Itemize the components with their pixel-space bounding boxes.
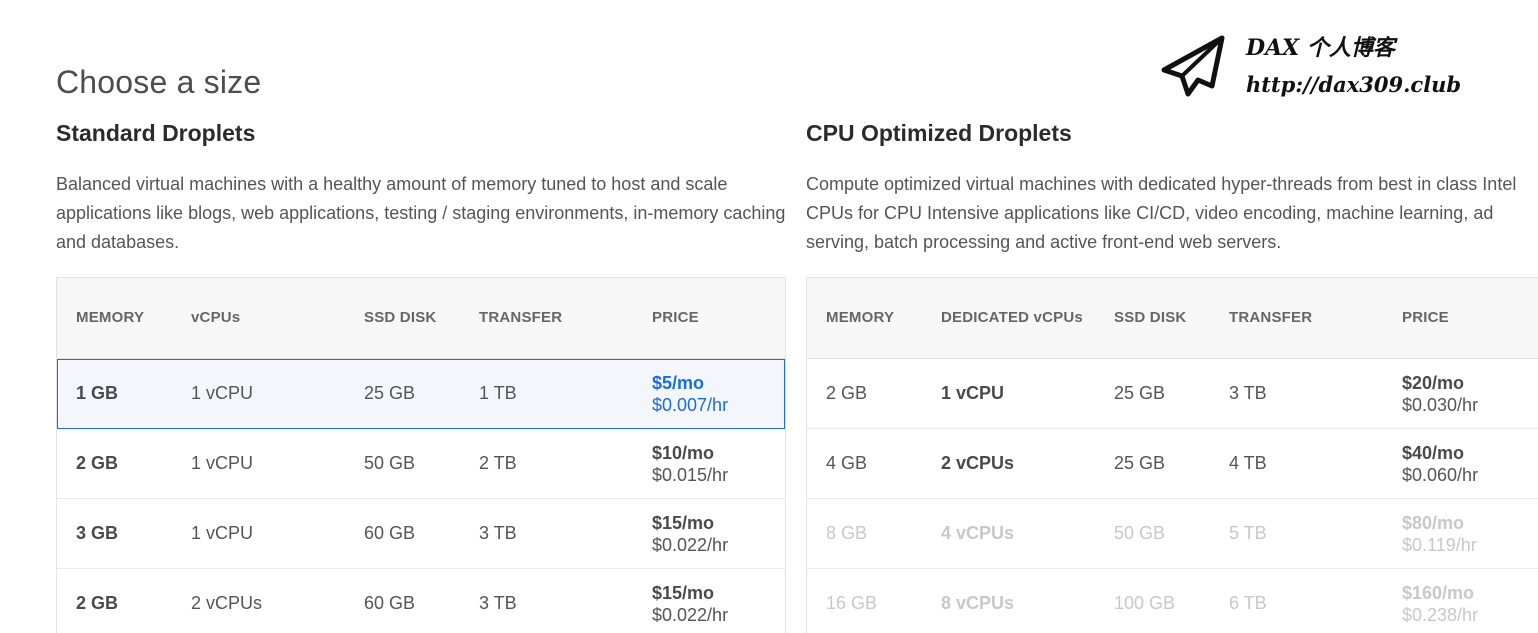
watermark-title: DAX 个人博客	[1246, 35, 1395, 61]
row-transfer: 6 TB	[1229, 593, 1267, 613]
row-vcpus: 2 vCPUs	[941, 453, 1015, 473]
table-header: MEMORY DEDICATED vCPUs SSD DISK TRANSFER…	[807, 278, 1538, 359]
row-price: $10/mo $0.015/hr	[652, 429, 728, 498]
header-transfer: TRANSFER	[479, 309, 563, 326]
size-row[interactable]: 4 GB 2 vCPUs 25 GB 4 TB $40/mo $0.060/hr	[807, 429, 1538, 499]
cpu-optimized-droplets-title: CPU Optimized Droplets	[806, 120, 1072, 146]
price-hourly: $0.238/hr	[1402, 605, 1479, 625]
header-dedicated-vcpus: DEDICATED vCPUs	[941, 309, 1083, 326]
standard-size-table: MEMORY vCPUs SSD DISK TRANSFER PRICE 1 G…	[56, 277, 786, 633]
row-memory: 16 GB	[826, 593, 878, 613]
cpu-optimized-droplets-description: Compute optimized virtual machines with …	[806, 174, 1517, 252]
watermark: DAX 个人博客 http://dax309.club	[1160, 30, 1461, 105]
row-price: $80/mo $0.119/hr	[1402, 499, 1477, 568]
size-row-disabled: 8 GB 4 vCPUs 50 GB 5 TB $80/mo $0.119/hr	[807, 499, 1538, 569]
row-disk: 50 GB	[1114, 523, 1166, 543]
header-memory: MEMORY	[826, 309, 895, 326]
row-vcpus: 1 vCPU	[191, 383, 254, 403]
cpu-optimized-size-table: MEMORY DEDICATED vCPUs SSD DISK TRANSFER…	[806, 277, 1538, 633]
row-disk: 25 GB	[364, 383, 416, 403]
price-monthly: $40/mo	[1402, 443, 1465, 463]
price-monthly: $10/mo	[652, 443, 715, 463]
row-memory: 3 GB	[76, 523, 119, 543]
row-memory: 2 GB	[76, 593, 119, 613]
size-row[interactable]: 3 GB 1 vCPU 60 GB 3 TB $15/mo $0.022/hr	[57, 499, 785, 569]
row-vcpus: 1 vCPU	[941, 383, 1005, 403]
price-monthly: $15/mo	[652, 583, 715, 603]
price-monthly: $5/mo	[652, 373, 705, 393]
header-ssd-disk: SSD DISK	[1114, 309, 1187, 326]
row-vcpus: 8 vCPUs	[941, 593, 1015, 613]
price-monthly: $15/mo	[652, 513, 715, 533]
price-hourly: $0.007/hr	[652, 395, 729, 415]
price-monthly: $20/mo	[1402, 373, 1465, 393]
price-hourly: $0.030/hr	[1402, 395, 1479, 415]
header-vcpus: vCPUs	[191, 309, 241, 326]
size-row-selected[interactable]: 1 GB 1 vCPU 25 GB 1 TB $5/mo $0.007/hr	[57, 359, 785, 429]
price-hourly: $0.022/hr	[652, 605, 729, 625]
row-disk: 60 GB	[364, 593, 416, 613]
header-memory: MEMORY	[76, 309, 145, 326]
row-disk: 50 GB	[364, 453, 416, 473]
row-memory: 1 GB	[76, 383, 119, 403]
paper-plane-icon	[1161, 35, 1225, 97]
header-transfer: TRANSFER	[1229, 309, 1313, 326]
row-vcpus: 1 vCPU	[191, 523, 254, 543]
row-transfer: 3 TB	[479, 523, 517, 543]
table-header: MEMORY vCPUs SSD DISK TRANSFER PRICE	[57, 278, 785, 359]
price-hourly: $0.119/hr	[1402, 535, 1477, 555]
size-row[interactable]: 2 GB 1 vCPU 25 GB 3 TB $20/mo $0.030/hr	[807, 359, 1538, 429]
price-monthly: $80/mo	[1402, 513, 1465, 533]
row-memory: 8 GB	[826, 523, 868, 543]
standard-droplets-title: Standard Droplets	[56, 120, 256, 146]
row-vcpus: 4 vCPUs	[941, 523, 1015, 543]
header-price: PRICE	[1402, 309, 1449, 326]
header-price: PRICE	[652, 309, 699, 326]
row-memory: 4 GB	[826, 453, 868, 473]
row-disk: 25 GB	[1114, 453, 1166, 473]
row-disk: 100 GB	[1114, 593, 1176, 613]
price-hourly: $0.060/hr	[1402, 465, 1479, 485]
watermark-url: http://dax309.club	[1246, 72, 1462, 97]
row-vcpus: 2 vCPUs	[191, 593, 263, 613]
row-memory: 2 GB	[76, 453, 119, 473]
row-transfer: 2 TB	[479, 453, 517, 473]
row-price: $15/mo $0.022/hr	[652, 499, 728, 568]
row-disk: 60 GB	[364, 523, 416, 543]
row-transfer: 3 TB	[1229, 383, 1267, 403]
size-row[interactable]: 2 GB 1 vCPU 50 GB 2 TB $10/mo $0.015/hr	[57, 429, 785, 499]
row-transfer: 4 TB	[1229, 453, 1267, 473]
price-monthly: $160/mo	[1402, 583, 1475, 603]
row-memory: 2 GB	[826, 383, 868, 403]
row-transfer: 1 TB	[479, 383, 517, 403]
row-vcpus: 1 vCPU	[191, 453, 254, 473]
price-hourly: $0.022/hr	[652, 535, 729, 555]
row-price: $160/mo $0.238/hr	[1402, 569, 1478, 633]
page-title: Choose a size	[56, 64, 262, 100]
row-price: $40/mo $0.060/hr	[1402, 429, 1478, 498]
row-transfer: 3 TB	[479, 593, 517, 613]
price-hourly: $0.015/hr	[652, 465, 729, 485]
standard-droplets-description: Balanced virtual machines with a healthy…	[56, 174, 786, 252]
size-row-disabled: 16 GB 8 vCPUs 100 GB 6 TB $160/mo $0.238…	[807, 569, 1538, 633]
row-price: $5/mo $0.007/hr	[652, 359, 728, 428]
row-transfer: 5 TB	[1229, 523, 1267, 543]
row-price: $20/mo $0.030/hr	[1402, 359, 1478, 428]
row-disk: 25 GB	[1114, 383, 1166, 403]
size-row[interactable]: 2 GB 2 vCPUs 60 GB 3 TB $15/mo $0.022/hr	[57, 569, 785, 633]
header-ssd-disk: SSD DISK	[364, 309, 437, 326]
row-price: $15/mo $0.022/hr	[652, 569, 728, 633]
